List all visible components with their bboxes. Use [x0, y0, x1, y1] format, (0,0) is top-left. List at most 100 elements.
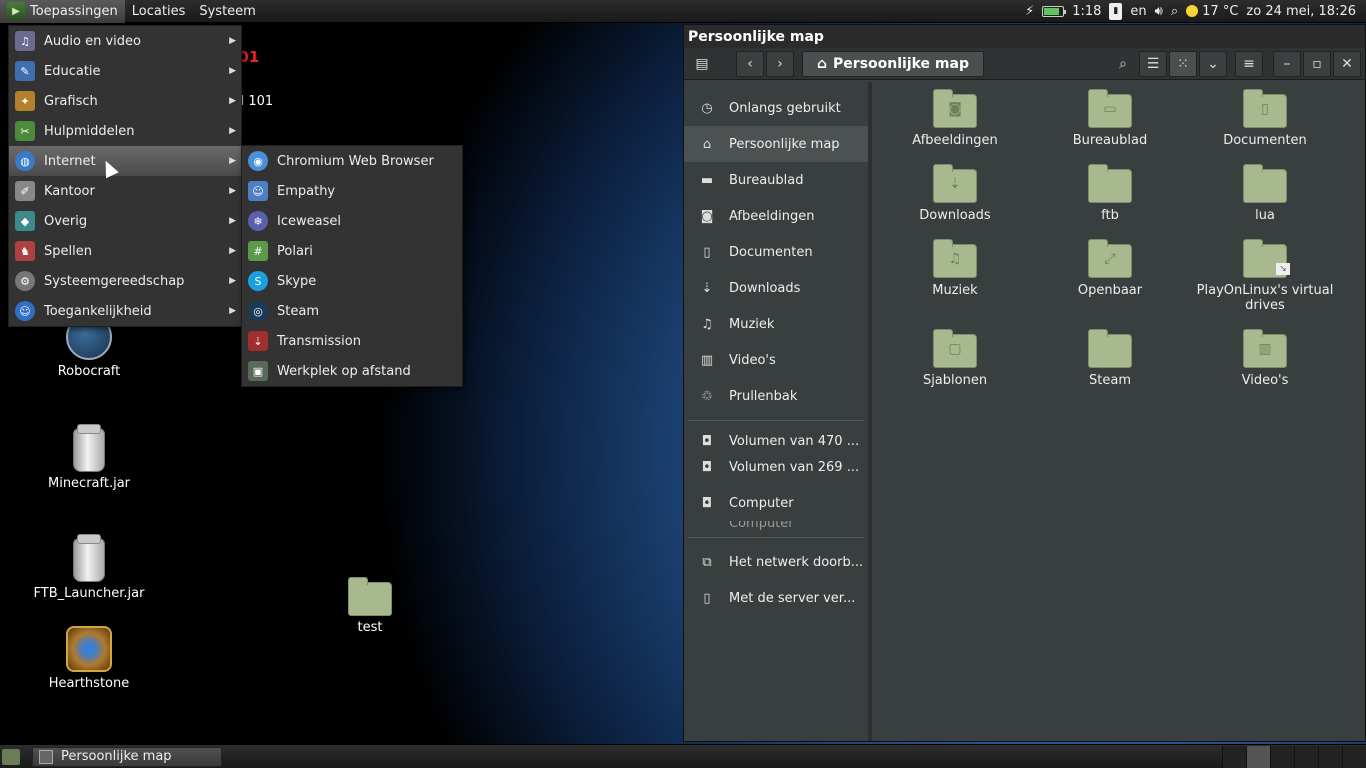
- menu-item-accessories[interactable]: ✂ Hulpmiddelen ▶: [9, 116, 241, 146]
- submenu-item-label: Polari: [277, 243, 313, 259]
- submenu-item-remote-desktop[interactable]: ▣ Werkplek op afstand: [242, 356, 462, 386]
- sidebar-item-computer[interactable]: ◘ Computer: [684, 485, 868, 521]
- places-menu-button[interactable]: Locaties: [125, 0, 193, 23]
- menu-item-accessibility[interactable]: ☺ Toegankelijkheid ▶: [9, 296, 241, 326]
- file-manager-icon: [39, 749, 53, 764]
- sidebar-item-documents[interactable]: ▯ Documenten: [684, 234, 868, 270]
- file-item-ftb[interactable]: ftb: [1040, 163, 1180, 223]
- file-manager-sidebar: ◷ Onlangs gebruikt ⌂ Persoonlijke map ▬ Bur…: [684, 82, 872, 741]
- file-item-label: Muziek: [932, 283, 978, 298]
- submenu-item-skype[interactable]: S Skype: [242, 266, 462, 296]
- folder-icon: [1088, 164, 1132, 203]
- file-item-lua[interactable]: lua: [1195, 163, 1335, 223]
- maximize-button[interactable]: ▫: [1303, 50, 1331, 77]
- applications-menu-button[interactable]: ▶ Toepassingen: [0, 0, 125, 23]
- search-button[interactable]: ⌕: [1109, 51, 1137, 77]
- show-desktop-icon[interactable]: [2, 748, 20, 765]
- sidebar-item-connect-server[interactable]: ▯ Met de server ver...: [684, 580, 868, 616]
- path-bar-label: Persoonlijke map: [833, 55, 969, 72]
- desktop-icon-ftb-launcher[interactable]: FTB_Launcher.jar: [29, 534, 149, 601]
- file-item-pictures[interactable]: ◙ Afbeeldingen: [885, 88, 1025, 148]
- sidebar-item-browse-network[interactable]: ⧉ Het netwerk doorb...: [684, 544, 868, 580]
- workspace-6[interactable]: [1342, 745, 1366, 768]
- close-button[interactable]: ✕: [1333, 50, 1361, 77]
- sidebar-item-recent[interactable]: ◷ Onlangs gebruikt: [684, 90, 868, 126]
- back-button[interactable]: ‹: [736, 50, 764, 77]
- sidebar-item-downloads[interactable]: ⇣ Downloads: [684, 270, 868, 306]
- file-item-playonlinux-drives[interactable]: ↘ PlayOnLinux's virtual drives: [1195, 238, 1335, 313]
- file-item-public[interactable]: ⤢ Openbaar: [1040, 238, 1180, 298]
- menu-item-audio-video[interactable]: ♫ Audio en video ▶: [9, 26, 241, 56]
- taskbar-button-file-manager[interactable]: Persoonlijke map: [32, 746, 222, 767]
- folder-icon: [1243, 164, 1287, 203]
- battery-indicator[interactable]: [1042, 5, 1067, 17]
- list-view-button[interactable]: ☰: [1139, 50, 1167, 77]
- sidebar-item-pictures[interactable]: ◙ Afbeeldingen: [684, 198, 868, 234]
- file-item-downloads[interactable]: ⇣ Downloads: [885, 163, 1025, 223]
- drive-icon: ◘: [701, 434, 713, 449]
- submenu-item-polari[interactable]: # Polari: [242, 236, 462, 266]
- sidebar-item-volume-269[interactable]: ◘ Volumen van 269 ...: [684, 449, 868, 485]
- menu-item-label: Toegankelijkheid: [44, 303, 152, 319]
- forward-button[interactable]: ›: [766, 50, 794, 77]
- submenu-item-empathy[interactable]: ☺ Empathy: [242, 176, 462, 206]
- menu-item-games[interactable]: ♞ Spellen ▶: [9, 236, 241, 266]
- file-item-label: ftb: [1101, 208, 1119, 223]
- sidebar-item-desktop[interactable]: ▬ Bureaublad: [684, 162, 868, 198]
- polari-icon: #: [248, 241, 268, 261]
- taskbar-button-label: Persoonlijke map: [61, 749, 172, 764]
- desktop-icon-hearthstone[interactable]: Hearthstone: [29, 626, 149, 691]
- menu-item-system-tools[interactable]: ⚙ Systeemgereedschap ▶: [9, 266, 241, 296]
- menu-item-other[interactable]: ◆ Overig ▶: [9, 206, 241, 236]
- submenu-item-transmission[interactable]: ⇣ Transmission: [242, 326, 462, 356]
- file-item-templates[interactable]: ▢ Sjablonen: [885, 328, 1025, 388]
- menu-item-office[interactable]: ✐ Kantoor ▶: [9, 176, 241, 206]
- workspace-4[interactable]: [1294, 745, 1318, 768]
- file-item-music[interactable]: ♫ Muziek: [885, 238, 1025, 298]
- menu-item-graphics[interactable]: ✦ Grafisch ▶: [9, 86, 241, 116]
- submenu-item-chromium[interactable]: ◉ Chromium Web Browser: [242, 146, 462, 176]
- usb-device-icon[interactable]: ▮: [1109, 2, 1123, 20]
- sidebar-item-volume-470[interactable]: ◘ Volumen van 470 ...: [684, 427, 868, 449]
- desktop-icon: ▭: [1103, 101, 1117, 117]
- sidebar-item-videos[interactable]: ▥ Video's: [684, 342, 868, 378]
- clock[interactable]: zo 24 mei, 18:26: [1246, 4, 1356, 19]
- minimize-button[interactable]: –: [1273, 50, 1301, 77]
- workspace-1[interactable]: [1222, 745, 1246, 768]
- submenu-arrow-icon: ▶: [229, 126, 236, 136]
- menu-item-internet[interactable]: ◍ Internet ▶: [9, 146, 241, 176]
- file-item-steam[interactable]: Steam: [1040, 328, 1180, 388]
- power-plug-icon[interactable]: ⚡: [1025, 4, 1034, 19]
- file-item-label: Sjablonen: [922, 373, 988, 388]
- weather-indicator[interactable]: 17 °C: [1186, 4, 1238, 19]
- sidebar-item-trash[interactable]: ♲ Prullenbak: [684, 378, 868, 414]
- file-item-desktop[interactable]: ▭ Bureaublad: [1040, 88, 1180, 148]
- workspace-2[interactable]: [1246, 745, 1270, 768]
- sidebar-item-home[interactable]: ⌂ Persoonlijke map: [684, 126, 868, 162]
- submenu-item-iceweasel[interactable]: ❄ Iceweasel: [242, 206, 462, 236]
- grid-view-button[interactable]: ⁙: [1169, 50, 1197, 77]
- network-icon: ⧉: [702, 554, 712, 570]
- magnifier-icon[interactable]: ⌕: [1171, 4, 1178, 19]
- iceweasel-icon: ❄: [248, 211, 268, 231]
- keyboard-layout[interactable]: en: [1130, 4, 1146, 19]
- system-menu-button[interactable]: Systeem: [192, 0, 262, 23]
- view-options-button[interactable]: ⌄: [1199, 50, 1227, 77]
- app-menu-button[interactable]: ≡: [1235, 50, 1263, 77]
- file-view: ◙ Afbeeldingen ▭ Bureaublad ▯ Documenten…: [872, 82, 1365, 741]
- submenu-arrow-icon: ▶: [229, 96, 236, 106]
- sidebar-item-music[interactable]: ♫ Muziek: [684, 306, 868, 342]
- file-item-videos[interactable]: ▥ Video's: [1195, 328, 1335, 388]
- desktop-icon-test[interactable]: test: [310, 577, 430, 635]
- workspace-3[interactable]: [1270, 745, 1294, 768]
- path-bar-home-button[interactable]: ⌂ Persoonlijke map: [802, 50, 984, 77]
- menu-item-education[interactable]: ✎ Educatie ▶: [9, 56, 241, 86]
- workspace-5[interactable]: [1318, 745, 1342, 768]
- sidebar-overlap-text: Computer: [729, 521, 794, 531]
- file-item-documents[interactable]: ▯ Documenten: [1195, 88, 1335, 148]
- menu-item-label: Educatie: [44, 63, 101, 79]
- volume-icon[interactable]: 🔊︎: [1155, 4, 1163, 19]
- sidebar-toggle-button[interactable]: ▤: [688, 51, 716, 77]
- desktop-icon-minecraft[interactable]: Minecraft.jar: [29, 424, 149, 491]
- submenu-item-steam[interactable]: ◎ Steam: [242, 296, 462, 326]
